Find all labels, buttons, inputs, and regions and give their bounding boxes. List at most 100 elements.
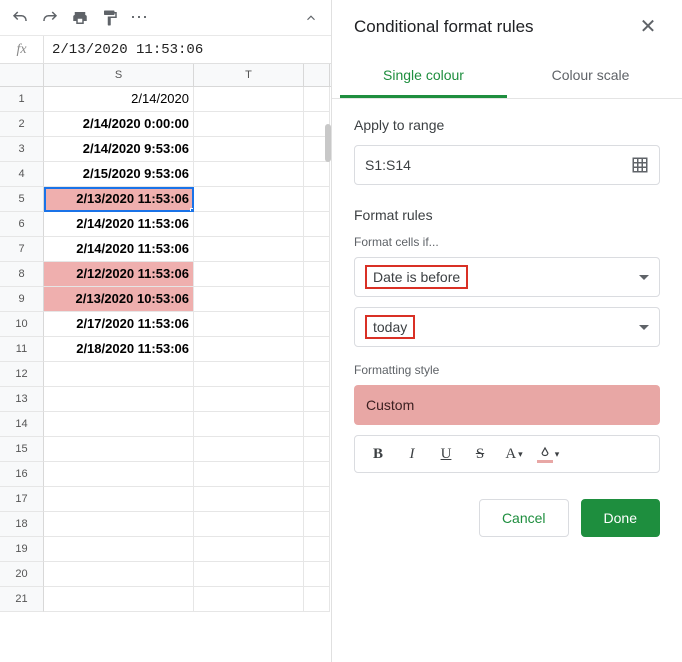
cell[interactable] bbox=[194, 87, 304, 112]
undo-icon[interactable] bbox=[6, 4, 34, 32]
cell[interactable]: 2/13/2020 10:53:06 bbox=[44, 287, 194, 312]
row-header[interactable]: 15 bbox=[0, 437, 44, 462]
cell[interactable] bbox=[44, 487, 194, 512]
cell[interactable] bbox=[304, 362, 330, 387]
cell[interactable] bbox=[194, 362, 304, 387]
cell[interactable] bbox=[194, 587, 304, 612]
cell[interactable] bbox=[194, 412, 304, 437]
row-header[interactable]: 3 bbox=[0, 137, 44, 162]
row-header[interactable]: 16 bbox=[0, 462, 44, 487]
row-header[interactable]: 1 bbox=[0, 87, 44, 112]
column-header-t[interactable]: T bbox=[194, 64, 304, 86]
cell[interactable] bbox=[304, 212, 330, 237]
cell[interactable]: 2/17/2020 11:53:06 bbox=[44, 312, 194, 337]
bold-button[interactable]: B bbox=[363, 439, 393, 469]
cell[interactable] bbox=[304, 337, 330, 362]
collapse-icon[interactable] bbox=[297, 4, 325, 32]
row-header[interactable]: 5 bbox=[0, 187, 44, 212]
cell[interactable] bbox=[44, 462, 194, 487]
cell[interactable] bbox=[194, 287, 304, 312]
italic-button[interactable]: I bbox=[397, 439, 427, 469]
cell[interactable] bbox=[194, 212, 304, 237]
cell[interactable] bbox=[44, 587, 194, 612]
row-header[interactable]: 21 bbox=[0, 587, 44, 612]
row-header[interactable]: 10 bbox=[0, 312, 44, 337]
range-input[interactable]: S1:S14 bbox=[354, 145, 660, 185]
cell[interactable] bbox=[304, 437, 330, 462]
cell[interactable] bbox=[44, 437, 194, 462]
cell[interactable] bbox=[304, 387, 330, 412]
cell[interactable] bbox=[44, 562, 194, 587]
cell[interactable] bbox=[194, 537, 304, 562]
redo-icon[interactable] bbox=[36, 4, 64, 32]
cell[interactable]: 2/14/2020 9:53:06 bbox=[44, 137, 194, 162]
strikethrough-button[interactable]: S bbox=[465, 439, 495, 469]
cell[interactable]: 2/14/2020 bbox=[44, 87, 194, 112]
row-header[interactable]: 12 bbox=[0, 362, 44, 387]
cell[interactable] bbox=[304, 487, 330, 512]
cell[interactable]: 2/18/2020 11:53:06 bbox=[44, 337, 194, 362]
row-header[interactable]: 8 bbox=[0, 262, 44, 287]
select-all-corner[interactable] bbox=[0, 64, 44, 86]
row-header[interactable]: 14 bbox=[0, 412, 44, 437]
cell[interactable] bbox=[194, 512, 304, 537]
cell[interactable] bbox=[194, 262, 304, 287]
row-header[interactable]: 9 bbox=[0, 287, 44, 312]
cell[interactable] bbox=[304, 87, 330, 112]
condition-arg-select[interactable]: today bbox=[354, 307, 660, 347]
cell[interactable] bbox=[194, 187, 304, 212]
row-header[interactable]: 19 bbox=[0, 537, 44, 562]
close-icon[interactable]: ✕ bbox=[636, 14, 660, 39]
row-header[interactable]: 11 bbox=[0, 337, 44, 362]
cell[interactable] bbox=[194, 137, 304, 162]
cell[interactable] bbox=[304, 537, 330, 562]
select-range-icon[interactable] bbox=[631, 156, 649, 174]
formula-value[interactable]: 2/13/2020 11:53:06 bbox=[44, 42, 211, 58]
text-color-button[interactable]: A▾ bbox=[499, 439, 529, 469]
cell[interactable] bbox=[44, 537, 194, 562]
row-header[interactable]: 17 bbox=[0, 487, 44, 512]
cell[interactable] bbox=[194, 337, 304, 362]
cell[interactable] bbox=[304, 562, 330, 587]
fill-color-button[interactable]: ▾ bbox=[533, 439, 563, 469]
cell[interactable]: 2/15/2020 9:53:06 bbox=[44, 162, 194, 187]
tab-colour-scale[interactable]: Colour scale bbox=[507, 55, 674, 98]
cell[interactable] bbox=[44, 362, 194, 387]
column-header-u[interactable] bbox=[304, 64, 330, 86]
cell[interactable] bbox=[194, 562, 304, 587]
paint-format-icon[interactable] bbox=[96, 4, 124, 32]
more-icon[interactable]: ⋯ bbox=[126, 4, 154, 32]
cell[interactable] bbox=[194, 237, 304, 262]
cell[interactable] bbox=[304, 262, 330, 287]
style-preview[interactable]: Custom bbox=[354, 385, 660, 425]
condition-select[interactable]: Date is before bbox=[354, 257, 660, 297]
row-header[interactable]: 2 bbox=[0, 112, 44, 137]
row-header[interactable]: 7 bbox=[0, 237, 44, 262]
cell[interactable] bbox=[304, 512, 330, 537]
row-header[interactable]: 6 bbox=[0, 212, 44, 237]
cell[interactable]: 2/13/2020 11:53:06 bbox=[44, 187, 194, 212]
selection-handle[interactable] bbox=[190, 208, 194, 212]
scrollbar-thumb[interactable] bbox=[325, 124, 331, 162]
cell[interactable] bbox=[304, 412, 330, 437]
row-header[interactable]: 4 bbox=[0, 162, 44, 187]
row-header[interactable]: 13 bbox=[0, 387, 44, 412]
cell[interactable] bbox=[304, 312, 330, 337]
cell[interactable]: 2/14/2020 11:53:06 bbox=[44, 212, 194, 237]
row-header[interactable]: 20 bbox=[0, 562, 44, 587]
cell[interactable] bbox=[304, 237, 330, 262]
cell[interactable] bbox=[304, 462, 330, 487]
cell[interactable]: 2/14/2020 0:00:00 bbox=[44, 112, 194, 137]
cell[interactable] bbox=[44, 387, 194, 412]
cell[interactable] bbox=[304, 287, 330, 312]
cancel-button[interactable]: Cancel bbox=[479, 499, 569, 537]
cell[interactable] bbox=[194, 312, 304, 337]
cell[interactable]: 2/12/2020 11:53:06 bbox=[44, 262, 194, 287]
underline-button[interactable]: U bbox=[431, 439, 461, 469]
cell[interactable] bbox=[194, 162, 304, 187]
cell[interactable] bbox=[44, 512, 194, 537]
cell[interactable] bbox=[194, 437, 304, 462]
column-header-s[interactable]: S bbox=[44, 64, 194, 86]
cell[interactable] bbox=[194, 462, 304, 487]
done-button[interactable]: Done bbox=[581, 499, 660, 537]
